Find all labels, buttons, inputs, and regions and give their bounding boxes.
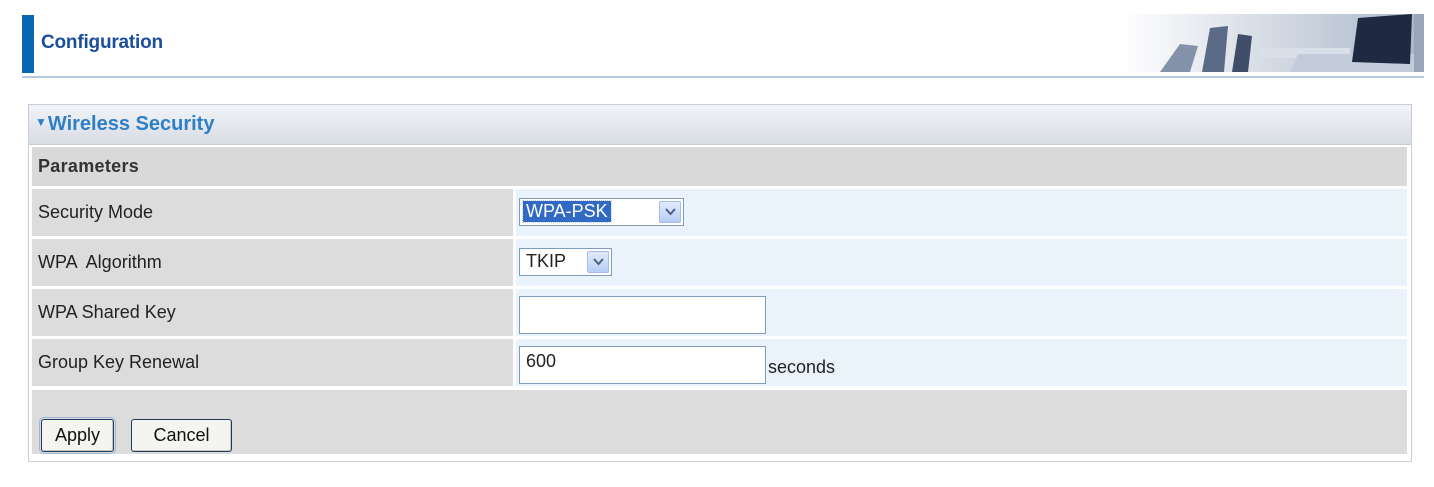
page-header: Configuration: [0, 0, 1434, 80]
header-divider: [22, 76, 1424, 78]
security-mode-label: Security Mode: [38, 202, 154, 222]
button-bar: Apply Cancel: [32, 390, 1407, 454]
panel-title: ▼Wireless Security: [35, 113, 214, 136]
security-mode-selected-value: WPA-PSK: [522, 200, 612, 223]
page-title: Configuration: [41, 32, 163, 53]
header-accent-bar: [22, 15, 34, 73]
header-decor-image: [1120, 14, 1424, 72]
chevron-down-icon[interactable]: [659, 201, 681, 223]
security-mode-row: Security Mode WPA-PSK: [32, 189, 1407, 236]
wpa-shared-key-label: WPA Shared Key: [38, 302, 176, 322]
wpa-shared-key-row: WPA Shared Key: [32, 289, 1407, 336]
parameters-label: Parameters: [38, 156, 140, 176]
wpa-algorithm-label-cell: WPA Algorithm: [32, 239, 513, 286]
wpa-shared-key-label-cell: WPA Shared Key: [32, 289, 513, 336]
wpa-algorithm-value-cell: TKIP: [516, 239, 1407, 286]
group-key-renewal-row: Group Key Renewal 600 seconds: [32, 339, 1407, 386]
wpa-algorithm-selected-value: TKIP: [526, 251, 567, 271]
security-mode-label-cell: Security Mode: [32, 189, 513, 236]
security-mode-select[interactable]: WPA-PSK: [519, 198, 684, 226]
triangle-down-icon: ▼: [35, 115, 47, 129]
group-key-renewal-value-cell: 600 seconds: [516, 339, 1407, 386]
cancel-button[interactable]: Cancel: [131, 419, 232, 452]
apply-button[interactable]: Apply: [39, 417, 116, 454]
wpa-algorithm-select[interactable]: TKIP: [519, 248, 612, 276]
group-key-renewal-label-cell: Group Key Renewal: [32, 339, 513, 386]
parameters-section-header: Parameters: [32, 147, 1407, 186]
wireless-security-panel: ▼Wireless Security Parameters Security M…: [28, 104, 1412, 462]
chevron-down-icon[interactable]: [587, 251, 609, 273]
wpa-algorithm-row: WPA Algorithm TKIP: [32, 239, 1407, 286]
wpa-shared-key-input[interactable]: [519, 296, 766, 334]
panel-title-text: Wireless Security: [47, 113, 215, 135]
security-mode-value-cell: WPA-PSK: [516, 189, 1407, 236]
wpa-shared-key-value-cell: [516, 289, 1407, 336]
panel-header[interactable]: ▼Wireless Security: [29, 105, 1411, 145]
group-key-renewal-unit: seconds: [768, 357, 836, 377]
wpa-algorithm-label: WPA Algorithm: [38, 252, 162, 272]
group-key-renewal-label: Group Key Renewal: [38, 352, 200, 372]
group-key-renewal-input[interactable]: 600: [519, 346, 766, 384]
